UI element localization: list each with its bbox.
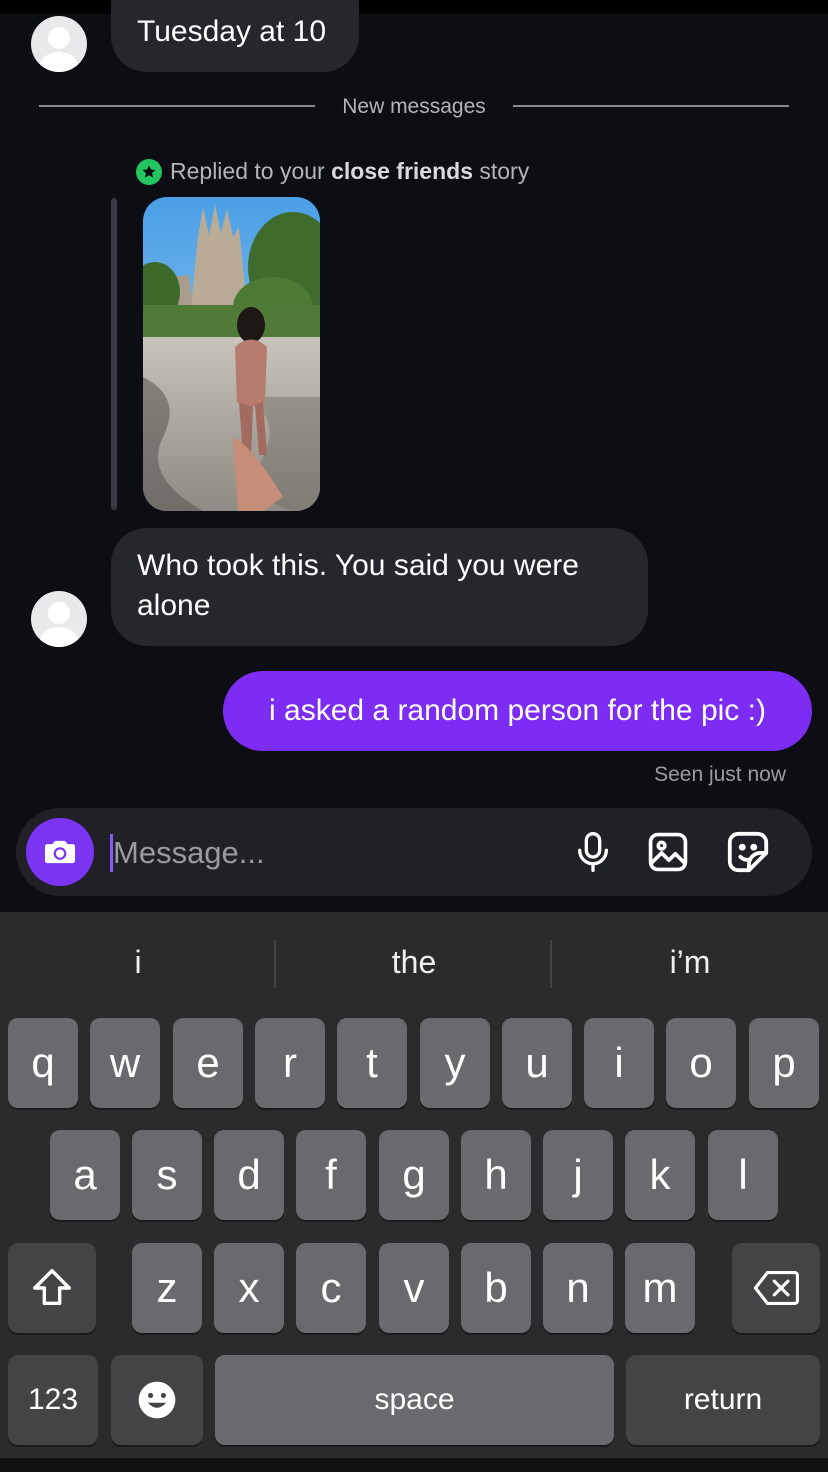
seen-status: Seen just now — [654, 763, 786, 786]
key-k[interactable]: k — [625, 1130, 695, 1220]
reply-indicator-bar — [111, 198, 117, 510]
camera-icon — [44, 840, 76, 864]
key-z[interactable]: z — [132, 1243, 202, 1333]
new-messages-label: New messages — [342, 95, 486, 118]
timestamp-bubble-text: Tuesday at 10 — [137, 15, 327, 48]
close-friends-star-icon — [136, 158, 162, 185]
avatar[interactable] — [31, 591, 87, 647]
key-v[interactable]: v — [379, 1243, 449, 1333]
key-m[interactable]: m — [625, 1243, 695, 1333]
reply-context: Replied to your close friends story — [136, 158, 529, 185]
key-b[interactable]: b — [461, 1243, 531, 1333]
outgoing-message-text: i asked a random person for the pic :) — [269, 694, 766, 727]
suggestion-3[interactable]: i’m — [552, 912, 828, 1012]
key-u[interactable]: u — [502, 1018, 572, 1108]
message-input[interactable] — [111, 830, 535, 876]
reply-emphasis: close friends — [331, 158, 473, 184]
backspace-icon — [753, 1271, 799, 1305]
key-l[interactable]: l — [708, 1130, 778, 1220]
suggestion-2[interactable]: the — [276, 912, 552, 1012]
shift-key[interactable] — [8, 1243, 96, 1333]
message-composer — [16, 808, 812, 896]
emoji-icon — [138, 1381, 176, 1419]
return-key[interactable]: return — [626, 1355, 820, 1445]
space-key[interactable]: space — [215, 1355, 614, 1445]
key-h[interactable]: h — [461, 1130, 531, 1220]
story-photo — [143, 197, 320, 511]
gallery-button[interactable] — [644, 828, 692, 876]
timestamp-bubble: Tuesday at 10 — [111, 0, 359, 72]
gallery-icon — [648, 832, 688, 872]
key-w[interactable]: w — [90, 1018, 160, 1108]
numbers-key[interactable]: 123 — [8, 1355, 98, 1445]
reply-prefix: Replied to your — [170, 158, 325, 184]
key-d[interactable]: d — [214, 1130, 284, 1220]
default-avatar-icon — [40, 27, 78, 72]
camera-button[interactable] — [26, 818, 94, 886]
outgoing-message-bubble[interactable]: i asked a random person for the pic :) — [223, 671, 812, 751]
key-y[interactable]: y — [420, 1018, 490, 1108]
key-j[interactable]: j — [543, 1130, 613, 1220]
backspace-key[interactable] — [732, 1243, 820, 1333]
incoming-message-text: Who took this. You said you were alone — [137, 549, 579, 622]
microphone-icon — [578, 832, 608, 872]
key-f[interactable]: f — [296, 1130, 366, 1220]
key-p[interactable]: p — [749, 1018, 819, 1108]
story-thumbnail[interactable] — [143, 197, 320, 511]
reply-suffix: story — [479, 158, 530, 184]
avatar[interactable] — [31, 16, 87, 72]
key-n[interactable]: n — [543, 1243, 613, 1333]
incoming-message-bubble[interactable]: Who took this. You said you were alone — [111, 528, 648, 646]
key-g[interactable]: g — [379, 1130, 449, 1220]
shift-icon — [33, 1269, 71, 1306]
key-r[interactable]: r — [255, 1018, 325, 1108]
emoji-key[interactable] — [111, 1355, 203, 1445]
sticker-icon — [727, 831, 769, 873]
key-a[interactable]: a — [50, 1130, 120, 1220]
key-x[interactable]: x — [214, 1243, 284, 1333]
key-t[interactable]: t — [337, 1018, 407, 1108]
key-o[interactable]: o — [666, 1018, 736, 1108]
key-c[interactable]: c — [296, 1243, 366, 1333]
sticker-button[interactable] — [724, 828, 772, 876]
key-i[interactable]: i — [584, 1018, 654, 1108]
suggestion-1[interactable]: i — [0, 912, 276, 1012]
key-s[interactable]: s — [132, 1130, 202, 1220]
key-q[interactable]: q — [8, 1018, 78, 1108]
microphone-button[interactable] — [569, 828, 617, 876]
key-e[interactable]: e — [173, 1018, 243, 1108]
home-indicator-area — [0, 1458, 828, 1472]
keyboard: i the i’m q w e r t y u i o p a s d f g … — [0, 912, 828, 1472]
default-avatar-icon — [40, 602, 78, 647]
